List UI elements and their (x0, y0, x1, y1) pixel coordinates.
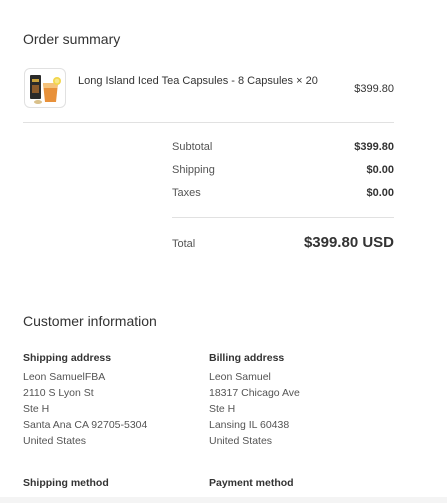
subtotal-row: Subtotal $399.80 (172, 141, 394, 157)
address-line: Leon Samuel (209, 371, 271, 383)
billing-address: Billing address Leon Samuel 18317 Chicag… (209, 350, 300, 449)
payment-method-heading: Payment method (209, 477, 294, 489)
order-line-item: Long Island Iced Tea Capsules - 8 Capsul… (23, 68, 394, 110)
divider (172, 217, 394, 218)
address-line: Ste H (209, 403, 236, 415)
taxes-label: Taxes (172, 187, 201, 199)
product-name: Long Island Iced Tea Capsules - 8 Capsul… (78, 75, 318, 87)
address-line: Santa Ana CA 92705-5304 (23, 419, 148, 431)
taxes-row: Taxes $0.00 (172, 187, 394, 203)
total-label: Total (172, 238, 196, 250)
divider (23, 122, 394, 123)
customer-information-title: Customer information (23, 313, 157, 329)
address-line: Leon SamuelFBA (23, 371, 106, 383)
shipping-value: $0.00 (366, 164, 394, 176)
subtotal-value: $399.80 (354, 141, 394, 153)
address-line: 18317 Chicago Ave (209, 387, 300, 399)
shipping-row: Shipping $0.00 (172, 164, 394, 180)
bottom-edge (0, 497, 447, 503)
capsule-box-and-drink-image (30, 75, 61, 104)
shipping-address: Shipping address Leon SamuelFBA 2110 S L… (23, 350, 147, 449)
total-row: Total $399.80 USD (172, 234, 394, 256)
total-value: $399.80 USD (303, 234, 394, 251)
address-line: Ste H (23, 403, 50, 415)
address-line: United States (23, 435, 87, 447)
shipping-label: Shipping (172, 164, 215, 176)
address-line: United States (209, 435, 273, 447)
taxes-value: $0.00 (366, 187, 394, 199)
shipping-method-heading: Shipping method (23, 477, 109, 489)
address-line: Lansing IL 60438 (209, 419, 290, 431)
billing-address-heading: Billing address (209, 352, 285, 364)
product-price: $399.80 (354, 83, 394, 95)
subtotal-label: Subtotal (172, 141, 213, 153)
address-line: 2110 S Lyon St (23, 387, 94, 399)
shipping-address-heading: Shipping address (23, 352, 112, 364)
product-thumbnail (24, 68, 66, 108)
order-summary-title: Order summary (23, 31, 121, 47)
